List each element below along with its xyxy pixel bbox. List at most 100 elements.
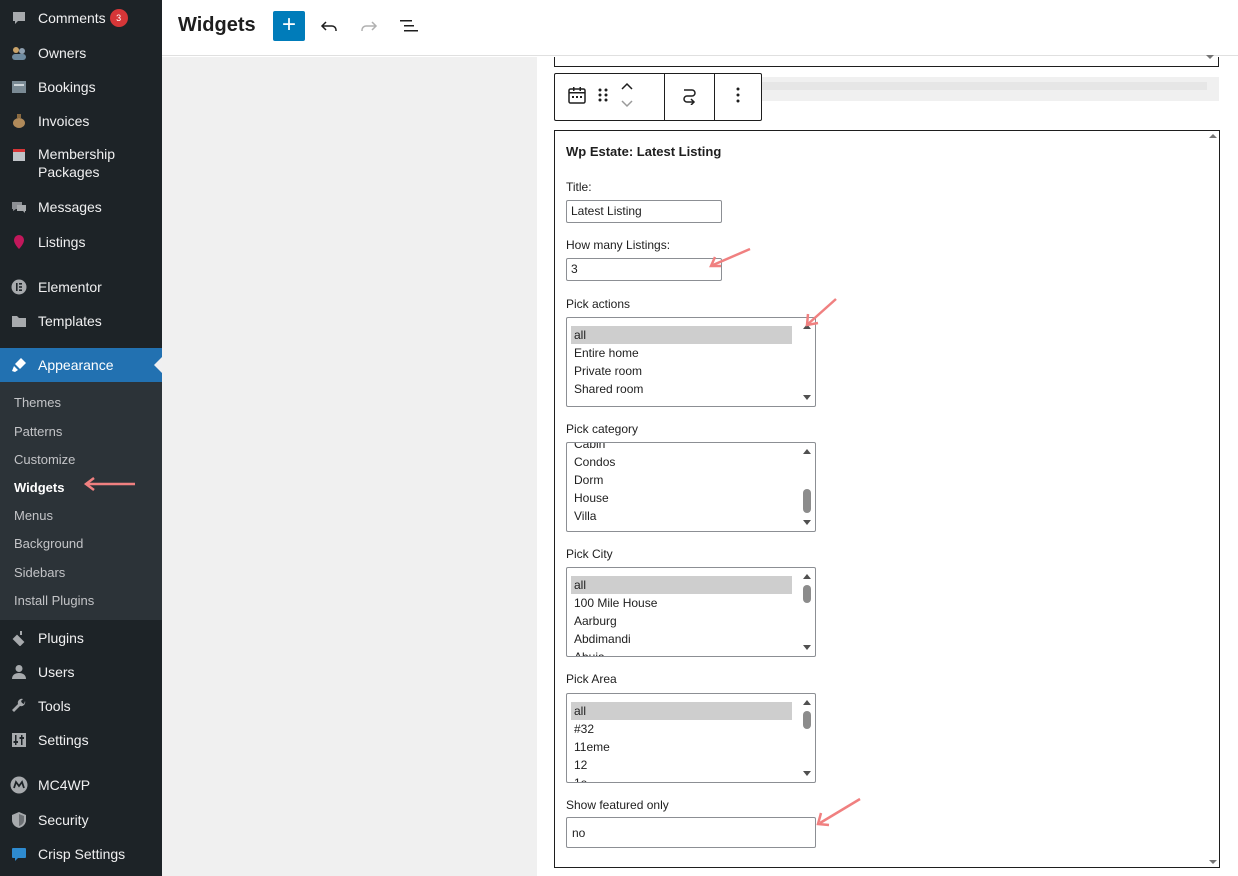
submenu-install-plugins[interactable]: Install Plugins — [14, 593, 94, 608]
category-scrollbar[interactable] — [799, 443, 815, 531]
menu-owners[interactable]: Owners — [0, 43, 162, 63]
menu-tools[interactable]: Tools — [0, 696, 162, 716]
city-scrollbar[interactable] — [799, 568, 815, 656]
menu-appearance[interactable]: Appearance — [0, 348, 162, 382]
menu-label: Elementor — [38, 279, 102, 295]
area-scrollbar[interactable] — [799, 694, 815, 782]
previous-block[interactable] — [554, 55, 1219, 67]
actions-option[interactable]: all — [571, 326, 792, 344]
menu-plugins[interactable]: Plugins — [0, 628, 162, 648]
owners-icon — [0, 43, 38, 63]
area-option[interactable]: #32 — [571, 720, 792, 738]
city-label: Pick City — [566, 547, 613, 561]
menu-settings[interactable]: Settings — [0, 730, 162, 750]
actions-listbox[interactable]: all Entire home Private room Shared room — [566, 317, 816, 407]
submenu-patterns[interactable]: Patterns — [14, 424, 62, 439]
actions-option[interactable]: Shared room — [571, 380, 792, 398]
submenu-sidebars[interactable]: Sidebars — [14, 565, 65, 580]
category-listbox[interactable]: Cabin Condos Dorm House Villa — [566, 442, 816, 532]
title-input[interactable]: Latest Listing — [566, 200, 722, 223]
menu-label: Crisp Settings — [38, 846, 126, 862]
submenu-menus[interactable]: Menus — [14, 508, 53, 523]
submenu-customize[interactable]: Customize — [14, 452, 75, 467]
submenu-background[interactable]: Background — [14, 536, 83, 551]
category-option[interactable]: Dorm — [571, 471, 792, 489]
more-options-icon[interactable] — [735, 86, 741, 109]
scroll-down-arrow-icon[interactable] — [803, 645, 811, 650]
calendar-icon[interactable] — [567, 85, 587, 110]
actions-option[interactable]: Entire home — [571, 344, 792, 362]
area-option[interactable]: 11eme — [571, 738, 792, 756]
area-option[interactable]: 12 — [571, 756, 792, 774]
listings-pin-icon — [0, 232, 38, 252]
scrollbar-thumb[interactable] — [803, 711, 811, 729]
add-block-button[interactable]: + — [273, 11, 305, 41]
move-up-down-icon[interactable] — [619, 80, 635, 115]
menu-label: Listings — [38, 234, 86, 250]
membership-icon — [0, 145, 38, 165]
city-option[interactable]: Abdimandi — [571, 630, 792, 648]
city-option[interactable]: all — [571, 576, 792, 594]
scroll-up-arrow-icon[interactable] — [803, 700, 811, 705]
menu-membership-packages[interactable]: Membership Packages — [0, 145, 162, 181]
city-option[interactable]: Abuja — [571, 648, 792, 656]
menu-bookings[interactable]: Bookings — [0, 77, 162, 97]
toolbar-group-options — [715, 74, 761, 120]
area-listbox[interactable]: all #32 11eme 12 1e — [566, 693, 816, 783]
scroll-down-arrow-icon[interactable] — [803, 520, 811, 525]
category-option[interactable]: House — [571, 489, 792, 507]
area-option[interactable]: all — [571, 702, 792, 720]
annotation-arrow-icon — [83, 477, 135, 491]
bookings-icon — [0, 77, 38, 97]
category-option[interactable]: Condos — [571, 453, 792, 471]
city-option[interactable]: Aarburg — [571, 612, 792, 630]
submenu-themes[interactable]: Themes — [14, 395, 61, 410]
elementor-icon — [0, 277, 38, 297]
actions-option[interactable]: Private room — [571, 362, 792, 380]
menu-label: Templates — [38, 313, 102, 329]
scroll-up-arrow-icon[interactable] — [803, 574, 811, 579]
annotation-arrow-icon — [816, 797, 861, 827]
messages-icon — [0, 197, 38, 217]
list-view-icon[interactable] — [397, 14, 421, 38]
menu-mc4wp[interactable]: MC4WP — [0, 775, 162, 795]
plug-icon — [0, 628, 38, 648]
menu-label: Security — [38, 812, 89, 828]
menu-invoices[interactable]: Invoices — [0, 111, 162, 131]
menu-users[interactable]: Users — [0, 662, 162, 682]
scroll-down-arrow-icon[interactable] — [803, 395, 811, 400]
actions-scrollbar[interactable] — [799, 318, 815, 406]
menu-listings[interactable]: Listings — [0, 232, 162, 252]
category-option[interactable]: Villa — [571, 507, 792, 525]
annotation-arrow-icon — [805, 298, 837, 327]
menu-security[interactable]: Security — [0, 810, 162, 830]
menu-messages[interactable]: Messages — [0, 197, 162, 217]
widget-area: Wp Estate: Latest Listing Title: Latest … — [537, 55, 1238, 876]
category-option[interactable]: Cabin — [571, 443, 792, 453]
menu-label: Comments — [38, 10, 106, 26]
listings-count-input[interactable]: 3 — [566, 258, 722, 281]
scrollbar-thumb[interactable] — [803, 585, 811, 603]
scrollbar-thumb[interactable] — [803, 489, 811, 513]
featured-select[interactable]: no — [566, 817, 816, 848]
city-option[interactable]: 100 Mile House — [571, 594, 792, 612]
undo-icon[interactable] — [317, 14, 341, 38]
drag-handle-icon[interactable] — [597, 86, 609, 109]
menu-comments[interactable]: Comments 3 — [0, 8, 162, 28]
menu-elementor[interactable]: Elementor — [0, 277, 162, 297]
scroll-down-arrow-icon[interactable] — [803, 771, 811, 776]
scroll-up-arrow-icon[interactable] — [803, 449, 811, 454]
legacy-widget-form: Wp Estate: Latest Listing Title: Latest … — [554, 130, 1220, 868]
mc4wp-icon — [0, 775, 38, 795]
menu-label: Users — [38, 664, 75, 680]
menu-crisp-settings[interactable]: Crisp Settings — [0, 844, 162, 864]
redo-icon[interactable] — [357, 14, 381, 38]
area-option[interactable]: 1e — [571, 774, 792, 782]
menu-templates[interactable]: Templates — [0, 311, 162, 331]
wrench-icon — [0, 696, 38, 716]
transform-icon[interactable] — [680, 85, 700, 110]
city-listbox[interactable]: all 100 Mile House Aarburg Abdimandi Abu… — [566, 567, 816, 657]
chat-icon — [0, 844, 38, 864]
submenu-widgets[interactable]: Widgets — [14, 480, 64, 495]
menu-label: Tools — [38, 698, 71, 714]
